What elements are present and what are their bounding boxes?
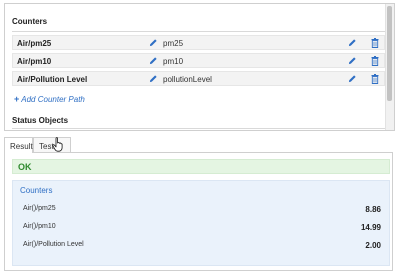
pencil-icon[interactable] [149,74,158,83]
trash-icon[interactable] [371,74,379,84]
config-scrollbar[interactable] [385,4,394,130]
result-counter-value: 14.99 [360,223,381,232]
counter-name: Air/pm10 [17,57,52,66]
result-row: Air()/Pollution Level 2.00 [13,241,389,253]
counter-path: pollutionLevel [163,75,212,84]
config-scrollbar-thumb[interactable] [387,6,392,101]
counters-section-title: Counters [12,17,48,26]
section-divider [12,128,385,129]
result-counters-box: Counters Air()/pm25 8.86 Air()/pm10 14.9… [12,180,390,266]
tab-result[interactable]: Result [4,137,33,153]
status-text: OK [18,162,32,172]
counter-row: Air/Pollution Level pollutionLevel [12,71,385,86]
counter-row: Air/pm10 pm10 [12,53,385,68]
pencil-icon[interactable] [348,56,357,65]
pencil-icon[interactable] [348,74,357,83]
status-objects-section-title: Status Objects [12,116,69,125]
result-counter-name: Air()/Pollution Level [23,241,84,248]
config-scroll-area: Counters Air/pm25 pm25 Air/pm10 pm10 Air… [5,4,386,130]
counter-path: pm10 [163,57,184,66]
counter-row: Air/pm25 pm25 [12,35,385,50]
status-banner: OK [12,159,390,174]
counter-config-panel: Counters Air/pm25 pm25 Air/pm10 pm10 Air… [4,3,395,131]
trash-icon[interactable] [371,38,379,48]
add-counter-path-link[interactable]: + Add Counter Path [14,94,85,104]
result-counter-name: Air()/pm25 [23,205,56,212]
hand-cursor-icon [52,137,63,152]
section-divider [12,31,385,32]
counter-name: Air/Pollution Level [17,75,88,84]
result-row: Air()/pm25 8.86 [13,205,389,217]
trash-icon[interactable] [371,56,379,66]
result-counter-value: 8.86 [365,205,381,214]
tab-result-label: Result [10,142,33,151]
pencil-icon[interactable] [149,56,158,65]
plus-icon: + [14,94,20,104]
pencil-icon[interactable] [348,38,357,47]
pencil-icon[interactable] [149,38,158,47]
counter-name: Air/pm25 [17,39,52,48]
result-counter-name: Air()/pm10 [23,223,56,230]
result-row: Air()/pm10 14.99 [13,223,389,235]
add-counter-path-label: Add Counter Path [21,94,85,104]
result-counters-heading: Counters [20,186,53,195]
counter-path: pm25 [163,39,184,48]
result-counter-value: 2.00 [365,241,381,250]
result-panel: OK Counters Air()/pm25 8.86 Air()/pm10 1… [4,153,393,271]
